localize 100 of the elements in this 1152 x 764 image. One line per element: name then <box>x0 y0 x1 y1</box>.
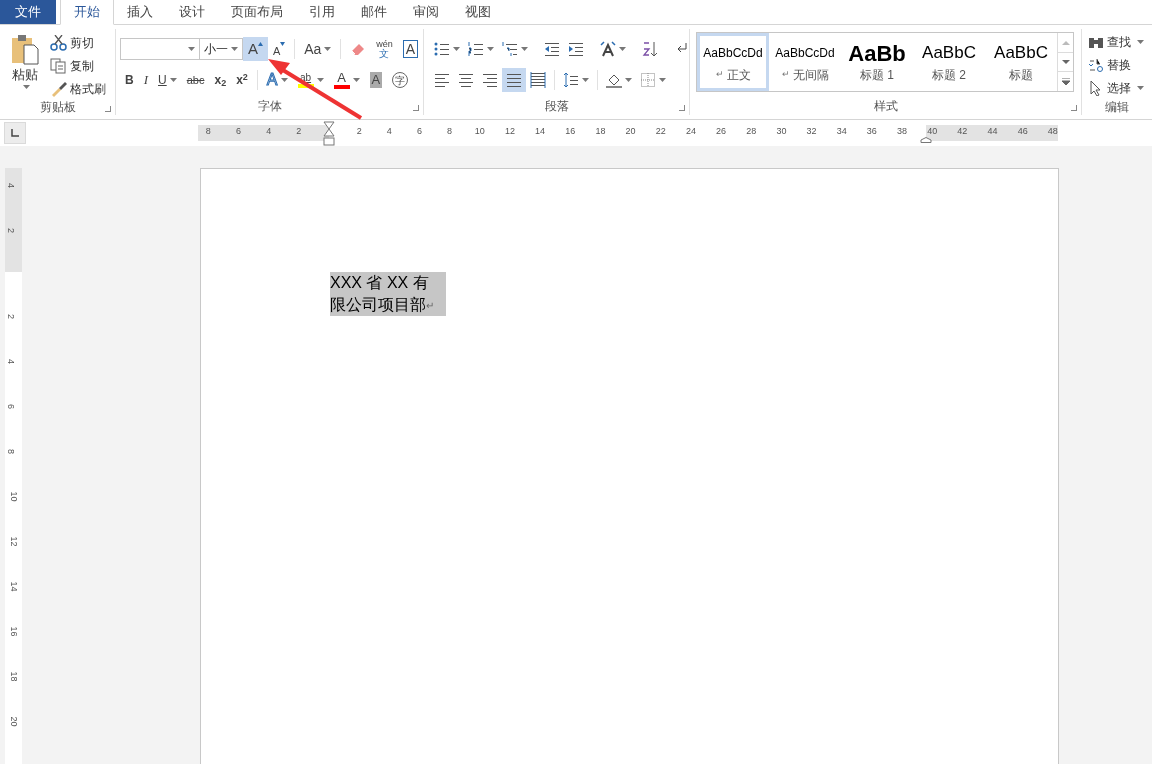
distributed-icon <box>530 72 546 88</box>
shrink-font-button[interactable]: A <box>267 37 291 61</box>
paragraph-mark: ↵ <box>715 68 724 82</box>
font-color-button[interactable]: A <box>328 68 365 92</box>
dropdown-caret-icon[interactable] <box>352 78 360 82</box>
ruler-number: 2 <box>295 127 303 136</box>
paragraph-mark: ↵ <box>426 294 446 316</box>
ruler-number: 6 <box>415 127 423 136</box>
copy-button[interactable]: 复制 <box>50 57 106 75</box>
dropdown-caret-icon[interactable] <box>280 78 288 82</box>
dropdown-caret-icon[interactable] <box>619 47 626 51</box>
select-button[interactable]: 选择 <box>1088 77 1152 98</box>
tab-selector[interactable] <box>4 122 26 144</box>
justify-button[interactable] <box>502 68 526 92</box>
dropdown-caret-icon[interactable] <box>625 78 632 82</box>
style-preview: AaBbC <box>994 42 1048 65</box>
up-triangle-icon <box>257 42 263 46</box>
character-shading-button[interactable]: A <box>364 68 388 92</box>
find-button[interactable]: 查找 <box>1088 31 1152 52</box>
brush-icon <box>50 81 68 97</box>
change-case-button[interactable]: Aa <box>299 37 337 61</box>
ruler-number: 44 <box>986 127 999 136</box>
right-indent-marker-icon[interactable] <box>920 137 933 143</box>
dropdown-caret-icon[interactable] <box>659 78 666 82</box>
superscript-button[interactable]: x$^{2}$ <box>231 68 253 92</box>
align-left-icon <box>434 72 450 88</box>
ruler-number: 36 <box>865 127 878 136</box>
cut-button[interactable]: 剪切 <box>50 34 106 52</box>
style-name: 标题 2 <box>932 67 966 84</box>
ruler-number: 4 <box>385 127 393 136</box>
phonetic-guide-button[interactable]: wén 文 <box>371 37 398 61</box>
style-item[interactable]: AaBbCcDd ↵ 正文 <box>697 33 769 91</box>
group-label: 段落 <box>544 98 569 115</box>
strikethrough-button[interactable]: abc <box>181 68 210 92</box>
paste-button[interactable]: 粘贴 <box>8 33 42 98</box>
dialog-launcher-icon[interactable] <box>679 105 685 111</box>
ribbon-tab[interactable]: 视图 <box>452 0 504 24</box>
format-painter-button[interactable]: 格式刷 <box>50 80 106 98</box>
paragraph-mark: ↵ <box>781 68 790 82</box>
enclose-character-button[interactable]: 字 <box>387 68 414 92</box>
font-size-combo[interactable]: 小一 <box>199 38 243 60</box>
underline-button[interactable]: U <box>153 68 182 92</box>
dropdown-caret-icon[interactable] <box>487 47 494 51</box>
style-item[interactable]: AaBb 标题 1 <box>841 33 913 91</box>
ribbon-tab[interactable]: 设计 <box>166 0 218 24</box>
ribbon-tab[interactable]: 插入 <box>114 0 166 24</box>
dropdown-caret-icon[interactable] <box>1137 39 1144 44</box>
ruler-number: 8 <box>6 449 15 454</box>
ribbon-tab[interactable]: 引用 <box>296 0 348 24</box>
dropdown-caret-icon[interactable] <box>187 47 195 51</box>
file-tab[interactable]: 文件 <box>0 0 56 24</box>
style-name: 标题 <box>1009 67 1033 84</box>
down-triangle-icon <box>280 42 286 46</box>
ruler-number: 40 <box>926 127 939 136</box>
ruler-number: 16 <box>564 127 577 136</box>
dropdown-caret-icon[interactable] <box>521 47 528 51</box>
character-border-button[interactable]: A <box>397 37 423 61</box>
ribbon-tab[interactable]: 审阅 <box>400 0 452 24</box>
ruler-number: 6 <box>6 404 15 409</box>
clipboard-icon <box>10 33 40 65</box>
copy-icon <box>50 58 68 74</box>
ruler-number: 10 <box>8 491 18 502</box>
dropdown-caret-icon[interactable] <box>169 78 177 82</box>
dropdown-caret-icon[interactable] <box>1137 85 1144 90</box>
dropdown-caret-icon[interactable] <box>324 47 332 51</box>
bold-button[interactable]: B <box>120 68 139 92</box>
style-item[interactable]: AaBbCcDd ↵ 无间隔 <box>769 33 841 91</box>
subscript-button[interactable]: x$_{2}$ <box>209 68 232 92</box>
ruler-number: 28 <box>745 127 758 136</box>
style-name: 正文 <box>726 67 751 84</box>
style-preview: AaBbCcDd <box>703 45 763 62</box>
justify-icon <box>506 72 522 88</box>
sort-icon <box>642 41 658 57</box>
ruler-number: 20 <box>8 716 18 727</box>
style-item[interactable]: AaBbC 标题 2 <box>913 33 985 91</box>
ribbon-tab[interactable]: 开始 <box>60 0 114 25</box>
ruler-number: 16 <box>8 626 18 637</box>
ribbon-tab[interactable]: 页面布局 <box>218 0 296 24</box>
ruler-number: 12 <box>503 127 516 136</box>
ruler-number: 18 <box>8 671 18 682</box>
ribbon-tab[interactable]: 邮件 <box>348 0 400 24</box>
italic-button[interactable]: I <box>138 68 153 92</box>
style-name: 无间隔 <box>792 67 829 84</box>
grow-font-button[interactable]: A <box>242 37 268 61</box>
dropdown-caret-icon[interactable] <box>316 78 324 82</box>
dialog-launcher-icon[interactable] <box>105 106 111 112</box>
dialog-launcher-icon[interactable] <box>413 105 419 111</box>
dropdown-caret-icon[interactable] <box>23 84 30 89</box>
style-preview: AaBb <box>848 40 906 66</box>
ruler-number: 30 <box>775 127 788 136</box>
style-item[interactable]: AaBbC 标题 <box>985 33 1057 91</box>
ruler-number: 22 <box>654 127 667 136</box>
indent-marker-icon[interactable] <box>323 121 335 147</box>
dropdown-caret-icon[interactable] <box>453 47 460 51</box>
align-center-icon <box>458 72 474 88</box>
dialog-launcher-icon[interactable] <box>1071 105 1077 111</box>
letter-arrows-icon <box>600 41 616 57</box>
dropdown-caret-icon[interactable] <box>230 47 238 51</box>
replace-button[interactable]: 替换 <box>1088 54 1152 75</box>
dropdown-caret-icon[interactable] <box>582 78 589 82</box>
